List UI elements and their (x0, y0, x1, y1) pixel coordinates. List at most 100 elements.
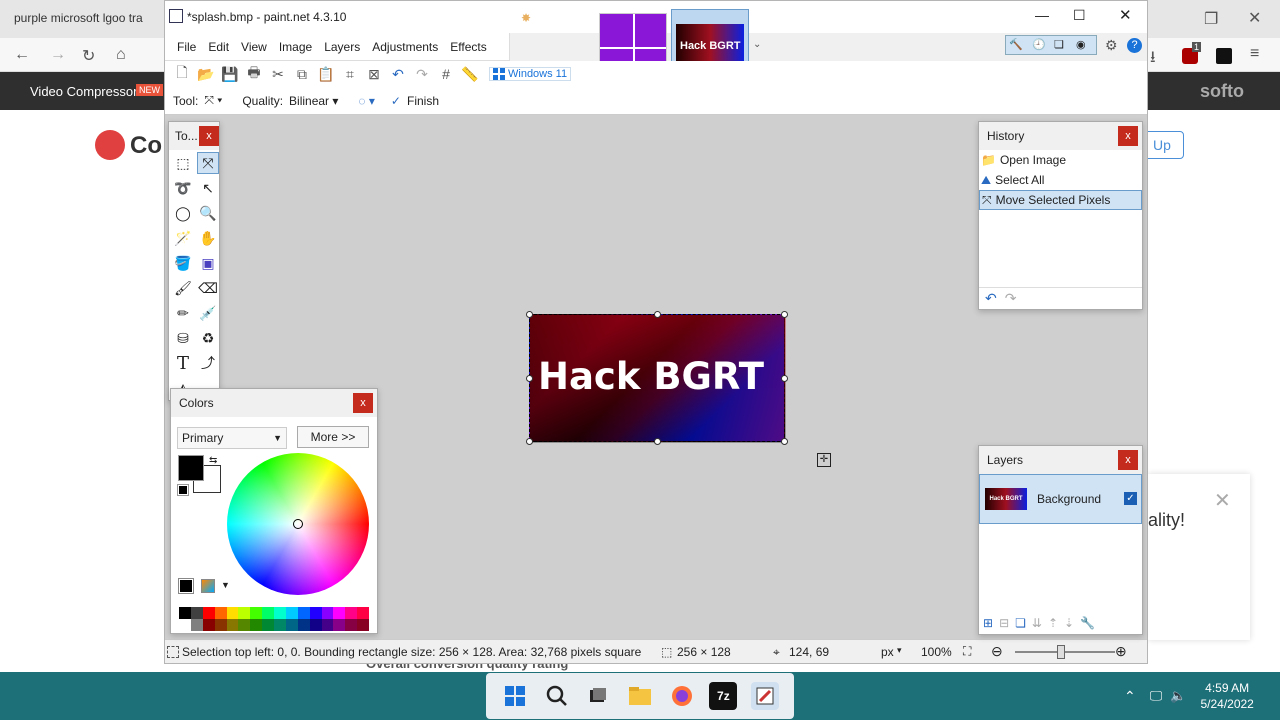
add-palette-color-icon[interactable] (178, 578, 194, 594)
resize-handle[interactable] (526, 375, 533, 382)
duplicate-layer-icon[interactable]: ❏ (1015, 616, 1026, 630)
minimize-button[interactable]: — (1035, 7, 1049, 23)
resize-handle[interactable] (781, 375, 788, 382)
tools-close-button[interactable]: x (199, 126, 219, 146)
redo-icon[interactable]: ↷ (411, 63, 433, 85)
menu-adjustments[interactable]: Adjustments (366, 36, 444, 58)
browser-tab-title[interactable]: purple microsoft lgoo tra (14, 11, 143, 25)
zoom-slider[interactable] (1015, 651, 1115, 653)
copy-icon[interactable]: ⧉ (291, 63, 313, 85)
image-content[interactable]: Hack BGRT (526, 311, 788, 445)
history-redo-icon[interactable]: ↷ (1005, 290, 1017, 307)
history-item-select-all[interactable]: ⛰ Select All (979, 170, 1142, 190)
ruler-icon[interactable]: 📏 (459, 63, 481, 85)
menu-file[interactable]: File (171, 36, 202, 58)
crop-icon[interactable]: ⌗ (339, 63, 361, 85)
line-curve-icon[interactable]: ⤴ (197, 352, 219, 374)
new-icon[interactable]: 🗋 (171, 63, 193, 85)
move-selection-icon[interactable]: ⤧ (197, 152, 219, 174)
swap-colors-icon[interactable]: ⇆ (209, 455, 217, 466)
chevron-down-icon[interactable]: ⌄ (753, 39, 761, 50)
zoom-out-icon[interactable]: ⊖ (991, 643, 1003, 660)
paintbrush-icon[interactable]: 🖌 (172, 277, 194, 299)
delete-layer-icon[interactable]: ⊟ (999, 616, 1009, 630)
move-anchor-icon[interactable]: ✛ (817, 453, 831, 467)
menu-layers[interactable]: Layers (318, 36, 366, 58)
pan-icon[interactable]: ✋ (197, 227, 219, 249)
nav-video-compressor[interactable]: Video Compressor (30, 84, 137, 99)
text-tool-icon[interactable]: T (172, 352, 194, 374)
zoom-in-icon[interactable]: ⊕ (1115, 643, 1127, 660)
layer-row-background[interactable]: Hack BGRT Background ✓ (979, 474, 1142, 524)
save-icon[interactable]: 💾 (219, 63, 241, 85)
resize-handle[interactable] (781, 438, 788, 445)
clock[interactable]: 4:59 AM 5/24/2022 (1200, 680, 1253, 712)
reload-icon[interactable]: ↻ (82, 46, 95, 66)
pencil-icon[interactable]: ✏ (172, 302, 194, 324)
color-palette[interactable] (179, 607, 369, 631)
forward-icon[interactable]: → (50, 46, 66, 64)
primary-color-swatch[interactable] (178, 455, 204, 481)
firefox-icon[interactable] (668, 682, 696, 710)
resize-handle[interactable] (781, 311, 788, 318)
color-mode-dropdown[interactable]: Primary ▼ (177, 427, 287, 449)
extension-icon[interactable] (1216, 48, 1232, 64)
reset-colors-icon[interactable] (177, 484, 189, 496)
volume-icon[interactable]: 🔈 (1170, 688, 1186, 704)
zoom-icon[interactable]: 🔍 (197, 202, 219, 224)
finish-button[interactable]: Finish (407, 94, 439, 108)
grid-icon[interactable]: # (435, 63, 457, 85)
network-icon[interactable]: 🖵 (1150, 688, 1163, 704)
color-wheel-cursor[interactable] (293, 519, 303, 529)
menu-icon[interactable]: ≡ (1250, 45, 1259, 63)
windows-11-tab[interactable]: Windows 11 (489, 67, 572, 81)
selection-mode-icon[interactable]: ◌ ▾ (358, 94, 375, 108)
color-picker-icon[interactable]: 💉 (197, 302, 219, 324)
lasso-select-icon[interactable]: ➰ (172, 177, 194, 199)
print-icon[interactable]: 🖶 (243, 63, 265, 85)
paintnet-icon[interactable] (751, 682, 780, 710)
palette-chevron-icon[interactable]: ▼ (221, 580, 230, 590)
layer-visibility-checkbox[interactable]: ✓ (1124, 492, 1137, 505)
tools-toggle-icon[interactable]: 🔨 (1009, 38, 1023, 51)
merge-layer-icon[interactable]: ⇊ (1032, 616, 1042, 630)
ellipse-select-icon[interactable]: ◯ (172, 202, 194, 224)
history-undo-icon[interactable]: ↶ (985, 290, 997, 307)
menu-edit[interactable]: Edit (202, 36, 235, 58)
resize-handle[interactable] (654, 438, 661, 445)
paint-bucket-icon[interactable]: 🪣 (172, 252, 194, 274)
site-logo[interactable]: softo (1200, 81, 1244, 102)
unit-chevron-icon[interactable]: ▾ (897, 645, 902, 656)
move-layer-up-icon[interactable]: ⇡ (1048, 616, 1058, 630)
window-close-button[interactable]: ✕ (1119, 6, 1132, 24)
history-toggle-icon[interactable]: 🕘 (1032, 38, 1046, 51)
deselect-icon[interactable]: ⊠ (363, 63, 385, 85)
menu-image[interactable]: Image (273, 36, 318, 58)
zoom-fit-icon[interactable]: ⛶ (963, 644, 971, 659)
more-button[interactable]: More >> (297, 426, 369, 448)
recolor-icon[interactable]: ♻ (197, 327, 219, 349)
zoom-value[interactable]: 100% (921, 645, 952, 659)
cut-icon[interactable]: ✂ (267, 63, 289, 85)
colors-toggle-icon[interactable]: ◉ (1076, 38, 1086, 51)
unit-selector[interactable]: px (881, 645, 894, 659)
open-icon[interactable]: 📂 (195, 63, 217, 85)
file-explorer-icon[interactable] (626, 682, 654, 710)
menu-view[interactable]: View (235, 36, 273, 58)
eraser-icon[interactable]: ⌫ (197, 277, 219, 299)
check-icon[interactable]: ✓ (391, 94, 401, 108)
task-view-icon[interactable] (584, 682, 612, 710)
start-icon[interactable] (501, 682, 529, 710)
history-close-button[interactable]: x (1118, 126, 1138, 146)
layers-toggle-icon[interactable]: ❏ (1054, 38, 1064, 51)
back-icon[interactable]: ← (14, 46, 30, 64)
help-icon[interactable]: ? (1127, 38, 1142, 53)
quality-dropdown[interactable]: Bilinear ▾ (289, 94, 338, 108)
paste-icon[interactable]: 📋 (315, 63, 337, 85)
home-icon[interactable]: ⌂ (116, 46, 126, 64)
colors-close-button[interactable]: x (353, 393, 373, 413)
popup-close-icon[interactable]: ✕ (1214, 488, 1231, 513)
layers-close-button[interactable]: x (1118, 450, 1138, 470)
resize-handle[interactable] (654, 311, 661, 318)
undo-icon[interactable]: ↶ (387, 63, 409, 85)
